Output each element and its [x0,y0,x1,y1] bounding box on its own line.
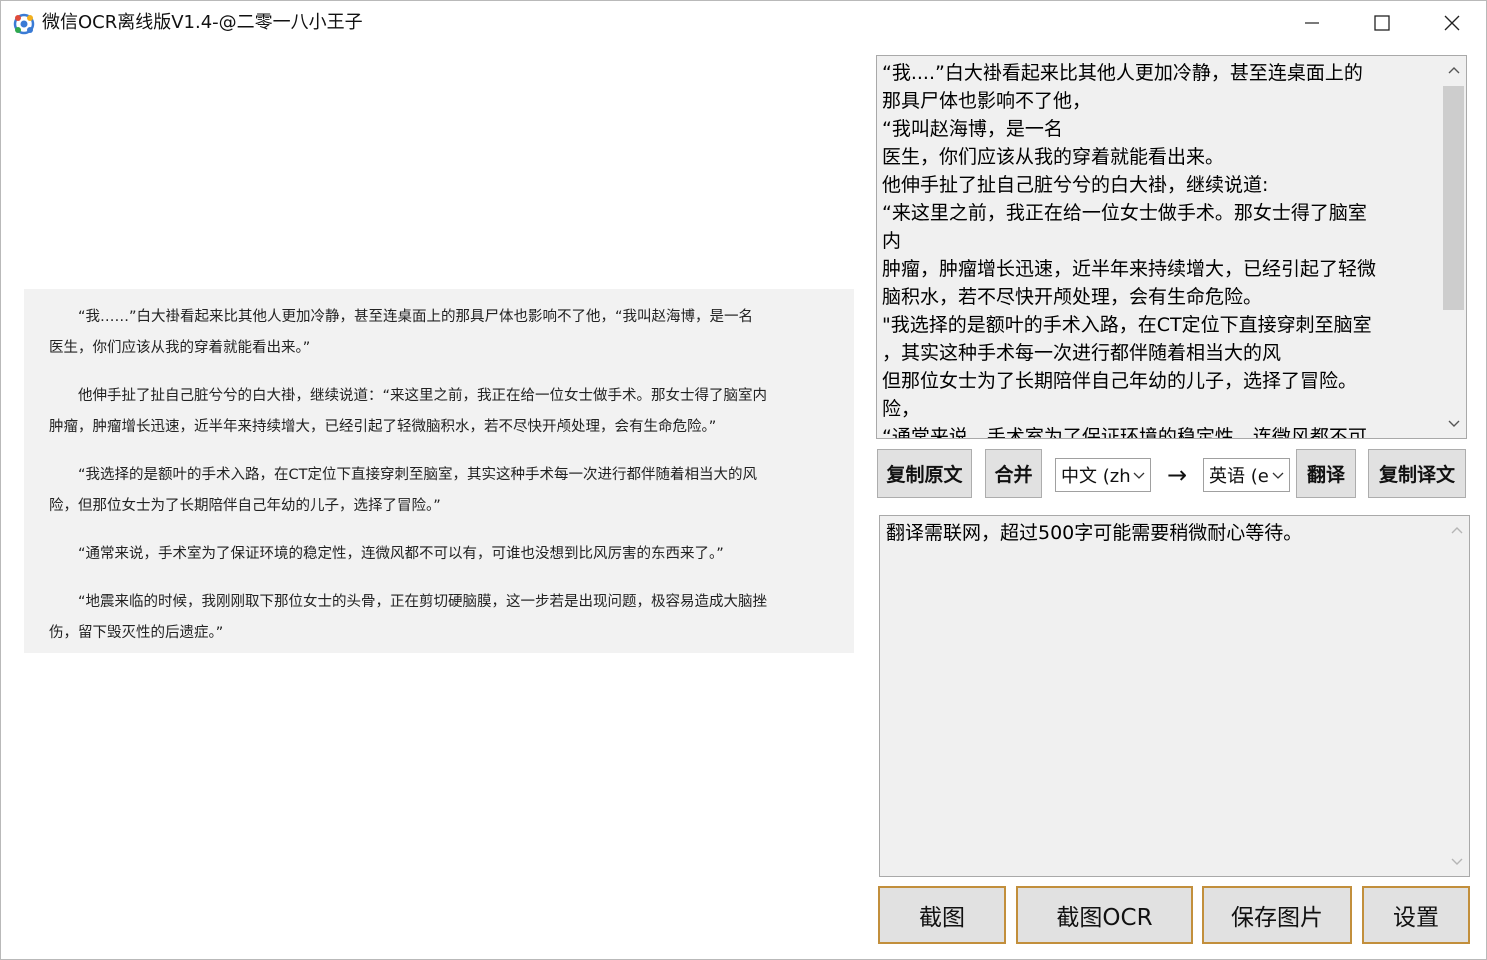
close-button[interactable] [1417,1,1487,45]
ocr-line: 险， [882,398,921,420]
translation-scrollbar[interactable] [1444,516,1469,876]
ocr-line: 脑积水，若不尽快开颅处理，会有生命危险。 [882,286,1263,308]
chevron-down-icon [1272,472,1284,479]
maximize-icon [1374,15,1390,31]
translation-textarea[interactable]: 翻译需联网，超过500字可能需要稍微耐心等待。 [879,515,1470,877]
ocr-result-textarea[interactable]: “我....”白大褂看起来比其他人更加冷静，甚至连桌面上的 那具尸体也影响不了他… [876,55,1467,439]
ocr-line: 他伸手扯了扯自己脏兮兮的白大褂，继续说道: [882,174,1269,196]
save-image-button[interactable]: 保存图片 [1202,886,1352,944]
scroll-thumb[interactable] [1443,86,1464,310]
app-window: 微信OCR离线版V1.4-@二零一八小王子 “我……”白大褂看起来比其他人更加冷… [0,0,1487,960]
close-icon [1444,15,1460,31]
target-language-value: 英语 (e [1209,466,1269,487]
chevron-up-icon [1451,527,1462,534]
target-language-select[interactable]: 英语 (e [1203,458,1290,492]
minimize-button[interactable] [1277,1,1347,45]
capture-line: “通常来说，手术室为了保证环境的稳定性，连微风都不可以有，可谁也没想到比风厉害的… [49,546,724,562]
chevron-down-icon [1448,420,1459,427]
capture-paragraph: “我选择的是额叶的手术入路，在CT定位下直接穿刺至脑室，其实这种手术每一次进行都… [49,460,844,522]
ocr-result-text[interactable]: “我....”白大褂看起来比其他人更加冷静，甚至连桌面上的 那具尸体也影响不了他… [882,59,1437,439]
chevron-up-icon [1448,67,1459,74]
ocr-line: “我....”白大褂看起来比其他人更加冷静，甚至连桌面上的 [882,62,1363,84]
minimize-icon [1305,22,1319,24]
translation-text[interactable]: 翻译需联网，超过500字可能需要稍微耐心等待。 [886,519,1441,547]
chevron-down-icon [1451,858,1462,865]
window-title: 微信OCR离线版V1.4-@二零一八小王子 [42,12,363,33]
copy-translation-button[interactable]: 复制译文 [1368,449,1466,498]
ocr-line: "我选择的是额叶的手术入路，在CT定位下直接穿刺至脑室 [882,314,1372,336]
chevron-down-icon [1133,472,1145,479]
ocr-line: 肿瘤，肿瘤增长迅速，近半年来持续增大，已经引起了轻微 [882,258,1377,280]
capture-line: “我选择的是额叶的手术入路，在CT定位下直接穿刺至脑室，其实这种手术每一次进行都… [49,467,757,483]
ocr-line: “来这里之前，我正在给一位女士做手术。那女士得了脑室 [882,202,1367,224]
capture-paragraph: “我……”白大褂看起来比其他人更加冷静，甚至连桌面上的那具尸体也影响不了他，“我… [49,302,844,364]
translate-direction-arrow: → [1166,461,1188,489]
scroll-down-button[interactable] [1441,410,1466,438]
ocr-line: 医生，你们应该从我的穿着就能看出来。 [882,146,1225,168]
screenshot-button[interactable]: 截图 [878,886,1006,944]
ocr-line: ，其实这种手术每一次进行都伴随着相当大的风 [882,342,1282,364]
scroll-down-button[interactable] [1444,848,1469,876]
capture-line: 伤，留下毁灭性的后遗症。” [49,625,224,641]
capture-line: 肿瘤，肿瘤增长迅速，近半年来持续增大，已经引起了轻微脑积水，若不尽快开颅处理，会… [49,419,717,435]
capture-line: 医生，你们应该从我的穿着就能看出来。” [49,340,311,356]
scroll-up-button[interactable] [1441,56,1466,84]
maximize-button[interactable] [1347,1,1417,45]
translate-button[interactable]: 翻译 [1296,449,1356,498]
source-language-select[interactable]: 中文 (zh [1055,458,1151,492]
screenshot-ocr-button[interactable]: 截图OCR [1016,886,1193,944]
ocr-result-scrollbar[interactable] [1441,56,1466,438]
capture-paragraph: “通常来说，手术室为了保证环境的稳定性，连微风都不可以有，可谁也没想到比风厉害的… [49,539,844,570]
title-bar[interactable]: 微信OCR离线版V1.4-@二零一八小王子 [1,1,1486,45]
captured-image-preview: “我……”白大褂看起来比其他人更加冷静，甚至连桌面上的那具尸体也影响不了他，“我… [24,289,854,653]
capture-line: 他伸手扯了扯自己脏兮兮的白大褂，继续说道：“来这里之前，我正在给一位女士做手术。… [49,388,768,404]
source-language-value: 中文 (zh [1061,466,1131,487]
ocr-line: 内 [882,230,902,252]
capture-line: “我……”白大褂看起来比其他人更加冷静，甚至连桌面上的那具尸体也影响不了他，“我… [49,309,754,325]
capture-line: 险，但那位女士为了长期陪伴自己年幼的儿子，选择了冒险。” [49,498,441,514]
ocr-line: “通常来说，手术室为了保证环境的稳定性，连微风都不可 [882,426,1367,439]
ocr-lens-icon [13,13,35,35]
ocr-line: 但那位女士为了长期陪伴自己年幼的儿子，选择了冒险。 [882,370,1358,392]
ocr-line: “我叫赵海博，是一名 [882,118,1063,140]
merge-button[interactable]: 合并 [985,449,1042,498]
capture-line: “地震来临的时候，我刚刚取下那位女士的头骨，正在剪切硬脑膜，这一步若是出现问题，… [49,594,768,610]
scroll-up-button[interactable] [1444,516,1469,544]
settings-button[interactable]: 设置 [1362,886,1470,944]
ocr-line: 那具尸体也影响不了他， [882,90,1092,112]
copy-source-button[interactable]: 复制原文 [877,449,972,498]
capture-paragraph: 他伸手扯了扯自己脏兮兮的白大褂，继续说道：“来这里之前，我正在给一位女士做手术。… [49,381,844,443]
capture-paragraph: “地震来临的时候，我刚刚取下那位女士的头骨，正在剪切硬脑膜，这一步若是出现问题，… [49,587,844,649]
